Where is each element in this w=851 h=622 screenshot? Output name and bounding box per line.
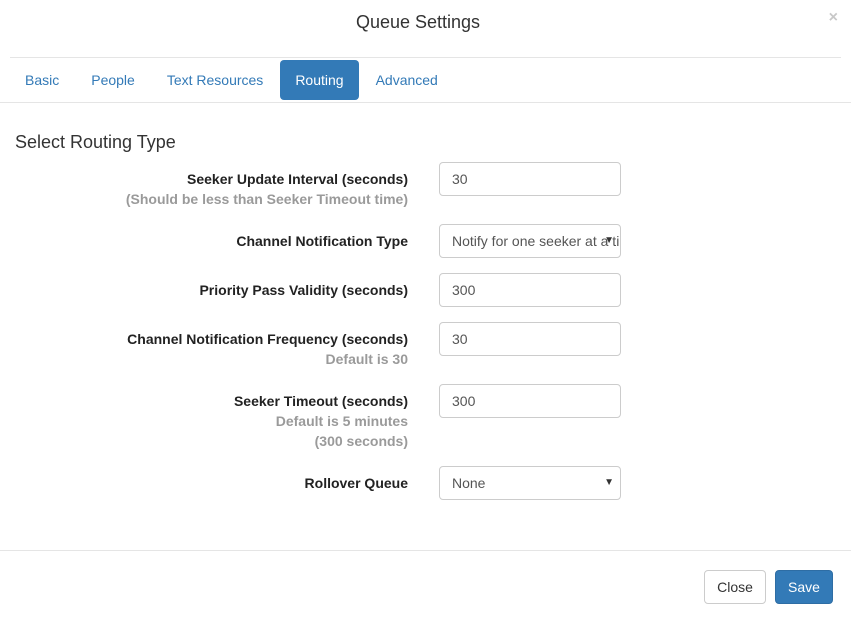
seeker-timeout-input[interactable]: 300 [439,384,621,418]
rollover-queue-label: Rollover Queue [304,475,408,491]
priority-pass-validity-label: Priority Pass Validity (seconds) [199,282,408,298]
close-button[interactable]: Close [704,570,766,604]
close-icon[interactable]: × [829,10,838,26]
chevron-down-icon: ▼ [604,235,614,246]
tabs-divider [0,102,851,103]
section-title: Select Routing Type [15,132,176,152]
channel-notification-frequency-help: Default is 30 [325,351,408,367]
channel-notification-type-select[interactable]: Notify for one seeker at a time ▼ [439,224,621,258]
seeker-timeout-help-line1: Default is 5 minutes [275,413,408,429]
tab-advanced[interactable]: Advanced [361,60,453,100]
save-button[interactable]: Save [775,570,833,604]
priority-pass-validity-input[interactable]: 300 [439,273,621,307]
channel-notification-frequency-label-group: Channel Notification Frequency (seconds)… [127,329,408,369]
channel-notification-frequency-label: Channel Notification Frequency (seconds) [127,331,408,347]
seeker-timeout-help-line2: (300 seconds) [314,433,408,449]
channel-notification-type-label: Channel Notification Type [236,233,408,249]
seeker-timeout-label: Seeker Timeout (seconds) [233,393,408,409]
tab-routing[interactable]: Routing [280,60,359,100]
dialog-header: Queue Settings × [0,0,851,48]
seeker-update-interval-help: (Should be less than Seeker Timeout time… [125,191,408,207]
settings-tabs: Basic People Text Resources Routing Adva… [10,60,455,100]
seeker-timeout-label-group: Seeker Timeout (seconds) Default is 5 mi… [234,391,408,451]
seeker-update-interval-input[interactable]: 30 [439,162,621,196]
channel-notification-frequency-input[interactable]: 30 [439,322,621,356]
rollover-queue-select[interactable]: None ▼ [439,466,621,500]
dialog-title: Queue Settings [355,12,481,32]
channel-notification-type-value: Notify for one seeker at a time [452,233,621,249]
queue-settings-dialog: Queue Settings × Basic People Text Resou… [0,0,851,622]
tab-basic[interactable]: Basic [10,60,74,100]
tab-people[interactable]: People [76,60,150,100]
chevron-down-icon: ▼ [604,477,614,488]
header-divider [10,57,841,58]
seeker-update-interval-label: Seeker Update Interval (seconds) [187,171,408,187]
tab-text-resources[interactable]: Text Resources [152,60,278,100]
footer-divider [0,550,851,551]
rollover-queue-value: None [452,475,486,491]
seeker-update-interval-label-group: Seeker Update Interval (seconds) (Should… [126,169,408,209]
